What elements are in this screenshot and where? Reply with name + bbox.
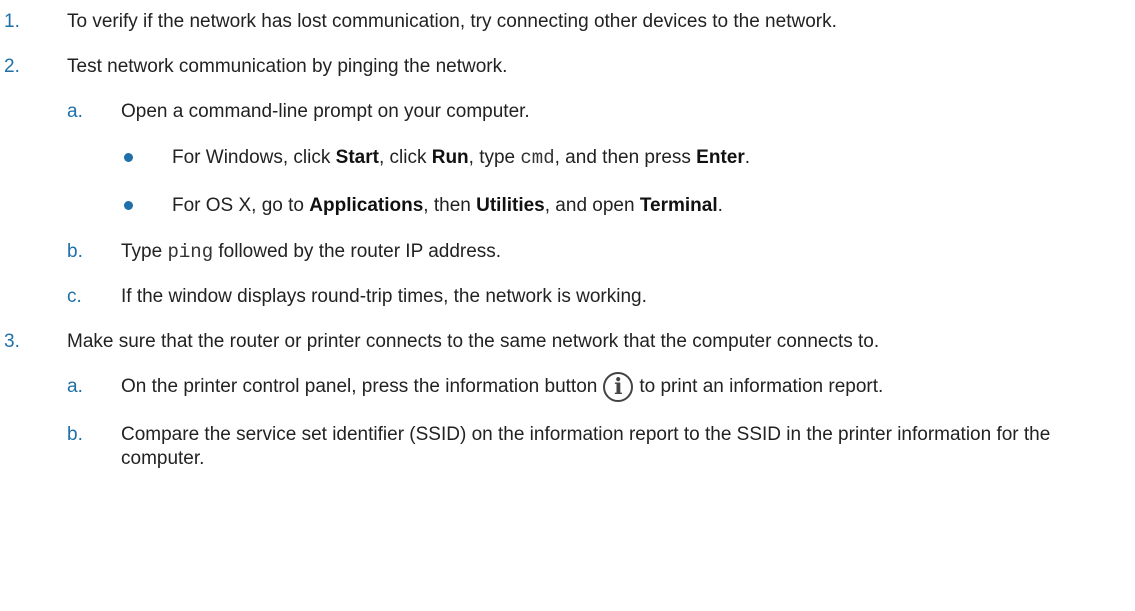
info-icon: i <box>603 371 634 402</box>
step-number: 1. <box>4 11 20 32</box>
bullet-text: For Windows, click Start, click Run, typ… <box>172 147 751 169</box>
substep-text: On the printer control panel, press the … <box>121 371 884 402</box>
step-text: Make sure that the router or printer con… <box>67 331 880 352</box>
substep-text: If the window displays round-trip times,… <box>121 286 647 307</box>
substep-text: Open a command-line prompt on your compu… <box>121 101 530 122</box>
substep-letter: a. <box>67 376 83 397</box>
substep-letter: b. <box>67 241 83 262</box>
bullet-dot <box>124 201 133 210</box>
step-number: 3. <box>4 331 20 352</box>
substep-letter: a. <box>67 101 83 122</box>
substep-letter: b. <box>67 424 83 445</box>
substep-text: Compare the service set identifier (SSID… <box>121 424 1051 469</box>
step-text: Test network communication by pinging th… <box>67 56 508 77</box>
step-number: 2. <box>4 56 20 77</box>
step-text: To verify if the network has lost commun… <box>67 11 837 32</box>
ping-command: ping <box>167 241 214 263</box>
troubleshooting-steps: 1. To verify if the network has lost com… <box>0 0 1135 611</box>
substep-letter: c. <box>67 286 82 307</box>
substep-text: Type ping followed by the router IP addr… <box>121 241 502 263</box>
bullet-text: For OS X, go to Applications, then Utili… <box>172 195 723 216</box>
bullet-dot <box>124 153 133 162</box>
